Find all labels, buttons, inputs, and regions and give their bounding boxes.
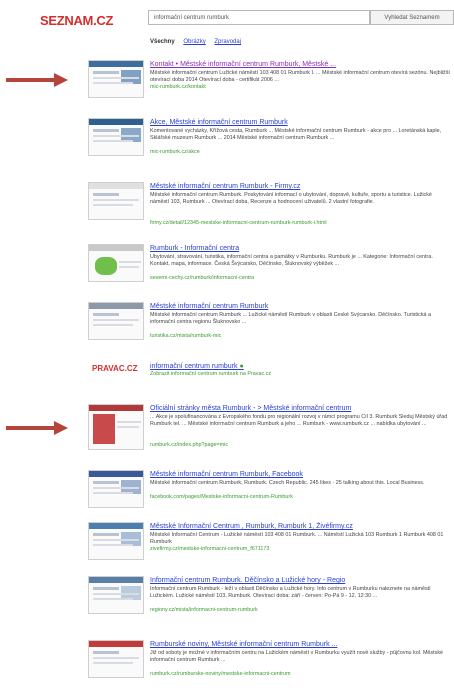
result-thumbnail[interactable] (88, 244, 144, 282)
result-snippet: Městské informační centrum Rumburk, Rumb… (150, 480, 425, 486)
result-title-link[interactable]: Městské informační centrum Rumburk, Face… (150, 470, 452, 479)
result-url[interactable]: severni-cechy.cz/rumburk/informacni-cent… (150, 275, 452, 282)
result-thumbnail[interactable] (88, 470, 144, 508)
result-url[interactable]: Zobrazit informační centrum rumburk na P… (150, 371, 452, 378)
result-thumbnail[interactable] (88, 118, 144, 156)
result-title-link[interactable]: Městské informační centrum Rumburk (150, 302, 452, 311)
result-thumbnail[interactable] (88, 60, 144, 98)
result-snippet: Městské informační centrum Rumburk. Posk… (150, 192, 432, 205)
annotation-arrow (6, 421, 70, 435)
result-url[interactable]: firmy.cz/detail/12345-mestske-informacni… (150, 220, 452, 227)
result-snippet: Městské Informační Centrum - Lužické nám… (150, 532, 444, 545)
result-url[interactable]: zivefirmy.cz/mestske-informacni-centrum_… (150, 546, 452, 553)
result-title-link[interactable]: Informační centrum Rumburk. Děčínsko a L… (150, 576, 452, 585)
result-url[interactable]: regiony.cz/mista/informacni-centrum-rumb… (150, 607, 452, 614)
result-title-link[interactable]: Oficiální stránky města Rumburk - > Měst… (150, 404, 452, 413)
result-snippet: Informační centrum Rumburk - leží v obla… (150, 586, 431, 599)
result-url[interactable]: rumburk.cz/rumburske-noviny/mestske-info… (150, 671, 452, 678)
result-title-link[interactable]: Městské informační centrum Rumburk - Fir… (150, 182, 452, 191)
result-title-link[interactable]: Městské Informační Centrum , Rumburk, Ru… (150, 522, 452, 531)
result-title-link[interactable]: Rumburk - Informační centra (150, 244, 452, 253)
result-thumbnail[interactable] (88, 576, 144, 614)
result-url[interactable]: mic-rumburk.cz/akce (150, 149, 452, 156)
result-snippet: Městské informační centrum Lužické náměs… (150, 70, 450, 83)
pravac-logo[interactable]: PRAVAC.CZ (88, 362, 144, 378)
result-url[interactable]: mic-rumburk.cz/kontakt (150, 84, 452, 91)
result-title-link[interactable]: informační centrum rumburk ● (150, 362, 452, 371)
result-thumbnail[interactable] (88, 522, 144, 560)
result-url[interactable]: facebook.com/pages/Mestske-informacni-ce… (150, 494, 452, 501)
result-title-text: informační centrum rumburk (150, 363, 238, 370)
result-title-link[interactable]: Akce, Městské informační centrum Rumburk (150, 118, 452, 127)
result-snippet: Ubytování, stravování, turistika, inform… (150, 254, 433, 267)
result-url[interactable]: turistika.cz/mista/rumburk-mic (150, 333, 452, 340)
annotation-arrow (6, 73, 70, 87)
result-snippet: Již od soboty je možné v informačním cen… (150, 650, 444, 663)
result-thumbnail[interactable] (88, 182, 144, 220)
result-snippet: ... Akce je spolufinancována z Evropskéh… (150, 414, 448, 427)
result-snippet: Městské informační centrum Rumburk ... L… (150, 312, 432, 325)
result-url[interactable]: rumburk.cz/index.php?page=mic (150, 442, 452, 449)
result-title-link[interactable]: Rumburské noviny, Městské informační cen… (150, 640, 452, 649)
verified-icon: ● (239, 363, 244, 370)
results-list: Kontakt • Městské informační centrum Rum… (0, 0, 454, 696)
result-title-link[interactable]: Kontakt • Městské informační centrum Rum… (150, 60, 452, 69)
result-snippet: Komentované vycházky, Křížová cesta, Rum… (150, 128, 442, 141)
result-thumbnail[interactable] (88, 404, 144, 450)
result-thumbnail[interactable] (88, 302, 144, 340)
result-thumbnail[interactable] (88, 640, 144, 678)
